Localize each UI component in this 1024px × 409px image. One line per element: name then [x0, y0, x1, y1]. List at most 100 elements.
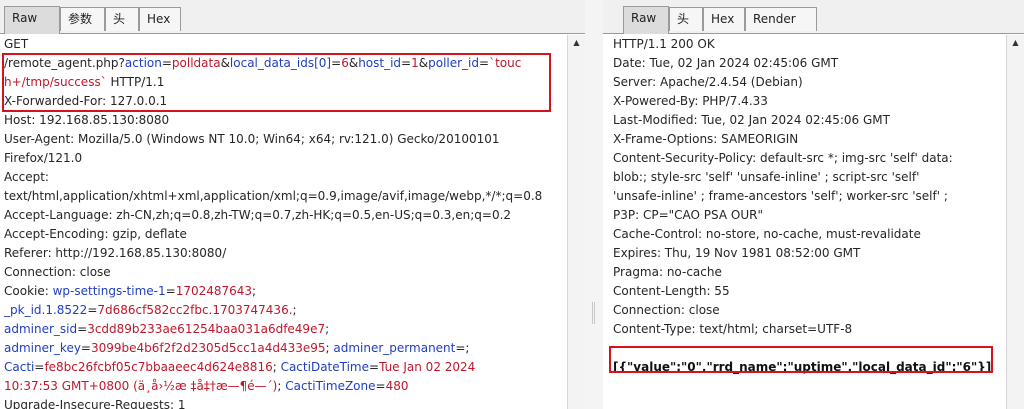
request-token: adminer_permanent	[333, 341, 456, 355]
request-token: Accept-Language: zh-CN,zh;q=0.8,zh-TW;q=…	[4, 208, 512, 222]
request-line: Referer: http://192.168.85.130:8080/	[0, 244, 567, 263]
response-token: P3P: CP="CAO PSA OUR"	[613, 208, 763, 222]
request-line: Cookie: wp-settings-time-1=1702487643;	[0, 282, 567, 301]
request-token: CactiTimeZone	[285, 379, 376, 393]
request-line: _pk_id.1.8522=7d686cf582cc2fbc.170374743…	[0, 301, 567, 320]
request-line: Connection: close	[0, 263, 567, 282]
request-token: ;	[325, 322, 330, 336]
response-line: Pragma: no-cache	[603, 263, 1006, 282]
response-line: Expires: Thu, 19 Nov 1981 08:52:00 GMT	[603, 244, 1006, 263]
request-line: adminer_sid=3cdd89b233ae61254baa031a6dfe…	[0, 320, 567, 339]
request-line: adminer_key=3099be4b6f2f2d2305d5cc1a4d43…	[0, 339, 567, 358]
request-token: host_id	[358, 56, 402, 70]
request-token: &	[418, 56, 429, 70]
request-token: Connection: close	[4, 265, 111, 279]
request-token: 480	[385, 379, 409, 393]
request-token: wp-settings-time-1	[52, 284, 166, 298]
request-token: poller_id	[428, 56, 480, 70]
request-line: h+/tmp/success` HTTP/1.1	[0, 73, 567, 92]
request-token: adminer_key	[4, 341, 81, 355]
request-line: Cacti=fe8bc26fcbf05c7bbaaeec4d624e8816; …	[0, 358, 567, 377]
response-line	[603, 339, 1006, 358]
request-tab-params[interactable]: 参数	[60, 7, 105, 31]
request-line: User-Agent: Mozilla/5.0 (Windows NT 10.0…	[0, 130, 567, 149]
request-token: =	[375, 379, 386, 393]
response-line: Last-Modified: Tue, 02 Jan 2024 02:45:06…	[603, 111, 1006, 130]
scroll-up-arrow-icon[interactable]: ▲	[1007, 35, 1024, 51]
request-token: =	[479, 56, 490, 70]
request-token: &	[220, 56, 230, 70]
request-token: =	[87, 303, 98, 317]
request-token: =	[401, 56, 412, 70]
request-line: text/html,application/xhtml+xml,applicat…	[0, 187, 567, 206]
request-token: 1	[411, 56, 419, 70]
request-token: &	[348, 56, 359, 70]
response-line: 'unsafe-inline' ; frame-ancestors 'self'…	[603, 187, 1006, 206]
scroll-up-arrow-icon[interactable]: ▲	[568, 35, 585, 51]
request-line: /remote_agent.php?action=polldata&local_…	[0, 54, 567, 73]
request-token: action	[124, 56, 162, 70]
response-token: HTTP/1.1 200 OK	[613, 37, 715, 51]
request-token: Accept:	[4, 170, 49, 184]
response-tab-hex[interactable]: Hex	[703, 7, 745, 31]
splitter-grip-icon[interactable]	[592, 302, 595, 324]
request-token: ;	[272, 360, 281, 374]
request-token: text/html,application/xhtml+xml,applicat…	[4, 189, 543, 203]
request-token: local_data_ids[0]	[229, 56, 332, 70]
request-token: =	[80, 341, 91, 355]
response-scrollbar[interactable]: ▲	[1006, 35, 1024, 409]
response-line: Cache-Control: no-store, no-cache, must-…	[603, 225, 1006, 244]
response-tab-headers[interactable]: 头	[669, 7, 703, 31]
request-token: Upgrade-Insecure-Requests: 1	[4, 398, 186, 409]
request-token: Firefox/121.0	[4, 151, 83, 165]
request-token: _pk_id.1.8522	[4, 303, 88, 317]
request-token: h+/tmp/success`	[4, 75, 107, 89]
request-line: Upgrade-Insecure-Requests: 1	[0, 396, 567, 409]
response-pane: Raw 头 Hex Render HTTP/1.1 200 OK Date: Tu…	[603, 0, 1024, 409]
request-token: ;	[292, 303, 297, 317]
response-tabbar: Raw 头 Hex Render	[603, 0, 1024, 34]
pane-splitter[interactable]	[585, 0, 603, 409]
response-line: Content-Length: 55	[603, 282, 1006, 301]
response-token: Server: Apache/2.4.54 (Debian)	[613, 75, 803, 89]
request-line: Accept-Language: zh-CN,zh;q=0.8,zh-TW;q=…	[0, 206, 567, 225]
response-token: Connection: close	[613, 303, 720, 317]
response-line: Content-Security-Policy: default-src *; …	[603, 149, 1006, 168]
request-tab-headers[interactable]: 头	[105, 7, 139, 31]
request-token: Host: 192.168.85.130:8080	[4, 113, 170, 127]
response-tab-render[interactable]: Render	[745, 7, 817, 31]
request-token: 3099be4b6f2f2d2305d5cc1a4d433e95	[90, 341, 326, 355]
request-token: Cookie:	[4, 284, 53, 298]
response-token: 'unsafe-inline' ; frame-ancestors 'self'…	[613, 189, 948, 203]
request-token: User-Agent: Mozilla/5.0 (Windows NT 10.0…	[4, 132, 500, 146]
request-token: =	[161, 56, 172, 70]
response-tab-raw[interactable]: Raw	[623, 6, 669, 34]
request-token: 6	[341, 56, 349, 70]
request-tab-hex[interactable]: Hex	[139, 7, 181, 31]
response-token: Last-Modified: Tue, 02 Jan 2024 02:45:06…	[613, 113, 890, 127]
request-token: Tue Jan 02 2024	[379, 360, 476, 374]
request-token: =	[369, 360, 380, 374]
request-tabbar: Raw 参数 头 Hex	[0, 0, 585, 34]
response-token: Content-Security-Policy: default-src *; …	[613, 151, 953, 165]
response-token: Content-Length: 55	[613, 284, 730, 298]
request-line: Accept-Encoding: gzip, deflate	[0, 225, 567, 244]
request-editor[interactable]: GET/remote_agent.php?action=polldata&loc…	[0, 35, 567, 409]
request-token: Cacti	[4, 360, 35, 374]
request-token: `touc	[489, 56, 522, 70]
request-token: X-Forwarded-For: 127.0.0.1	[4, 94, 168, 108]
request-line: Host: 192.168.85.130:8080	[0, 111, 567, 130]
request-token: fe8bc26fcbf05c7bbaaeec4d624e8816	[44, 360, 273, 374]
response-line: Date: Tue, 02 Jan 2024 02:45:06 GMT	[603, 54, 1006, 73]
request-token: Accept-Encoding: gzip, deflate	[4, 227, 187, 241]
request-token: polldata	[171, 56, 221, 70]
response-line: Server: Apache/2.4.54 (Debian)	[603, 73, 1006, 92]
response-token: X-Powered-By: PHP/7.4.33	[613, 94, 768, 108]
request-token: GET	[4, 37, 29, 51]
response-token: [{"value":"0","rrd_name":"uptime","local…	[613, 360, 992, 374]
request-line: X-Forwarded-For: 127.0.0.1	[0, 92, 567, 111]
request-scrollbar[interactable]: ▲	[567, 35, 585, 409]
request-tab-raw[interactable]: Raw	[4, 6, 60, 34]
response-viewer[interactable]: HTTP/1.1 200 OK Date: Tue, 02 Jan 2024 02…	[603, 35, 1006, 409]
response-token: Pragma: no-cache	[613, 265, 722, 279]
